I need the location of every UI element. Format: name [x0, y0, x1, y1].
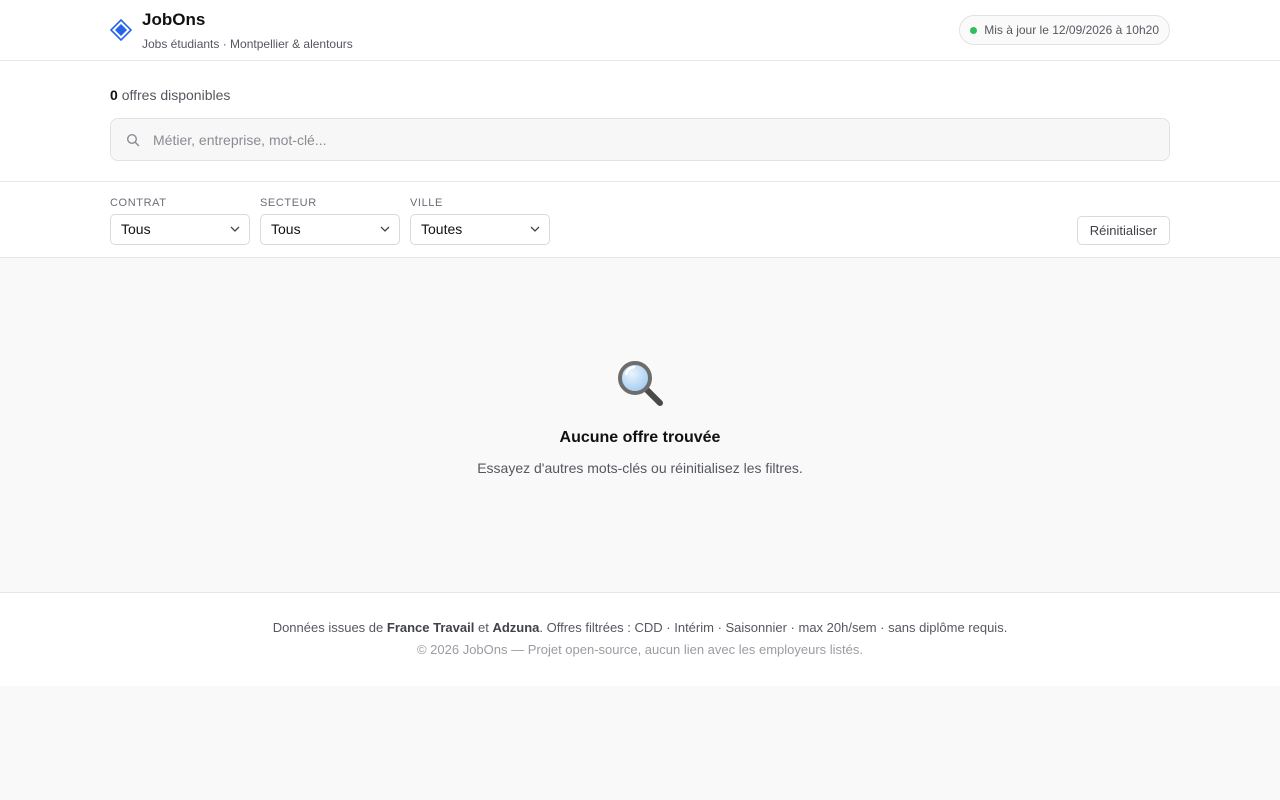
reset-button[interactable]: Réinitialiser: [1076, 216, 1170, 245]
filter-sector-label: Secteur: [260, 197, 317, 209]
empty-state-text: Essayez d'autres mots-clés ou réinitiali…: [477, 460, 803, 476]
offer-count-label: offres disponibles: [121, 87, 231, 103]
chevron-down-icon: [380, 226, 390, 232]
empty-state: Aucune offre trouvée Essayez d'autres mo…: [0, 258, 1280, 592]
footer-copyright: © 2026 JobOns — Projet open-source, aucu…: [416, 642, 864, 657]
filters-bar: Contrat Tous Secteur Tous Ville Toutes: [0, 182, 1280, 258]
filter-contract: Contrat Tous: [110, 196, 250, 245]
contract-select-value: Tous: [121, 221, 151, 237]
search-section: 0 offres disponibles: [0, 61, 1280, 182]
app-title[interactable]: JobOns: [142, 10, 205, 30]
footer-prefix: Données issues de: [272, 620, 384, 635]
footer-sources: Données issues de France Travail et Adzu…: [0, 620, 1280, 635]
offer-count-number: 0: [110, 87, 118, 103]
contract-select[interactable]: Tous: [110, 214, 250, 245]
app-tagline: Jobs étudiants · Montpellier & alentours: [142, 37, 353, 51]
app-header: JobOns Jobs étudiants · Montpellier & al…: [0, 0, 1280, 61]
search-icon: [126, 133, 140, 147]
empty-state-title: Aucune offre trouvée: [559, 429, 721, 446]
filter-city-label: Ville: [410, 197, 443, 209]
footer-source-adzuna[interactable]: Adzuna: [492, 620, 539, 635]
diamond-logo-icon: [110, 19, 132, 41]
sector-select-value: Tous: [271, 221, 301, 237]
footer-source-france-travail[interactable]: France Travail: [387, 620, 474, 635]
filter-sector: Secteur Tous: [260, 196, 400, 245]
footer-conjunction: et: [477, 620, 489, 635]
footer-filter-info: . Offres filtrées : CDD · Intérim · Sais…: [539, 620, 1008, 635]
search-input[interactable]: [153, 119, 1153, 160]
footer: Données issues de France Travail et Adzu…: [0, 592, 1280, 686]
magnifier-icon: [618, 361, 663, 406]
filter-contract-label: Contrat: [110, 197, 167, 209]
chevron-down-icon: [530, 226, 540, 232]
city-select-value: Toutes: [421, 221, 463, 237]
update-status-badge: Mis à jour le 12/09/2026 à 10h20: [959, 15, 1170, 45]
status-dot-icon: [970, 27, 978, 34]
update-status-text: Mis à jour le 12/09/2026 à 10h20: [984, 23, 1159, 37]
filter-city: Ville Toutes: [410, 196, 550, 245]
offer-count: 0 offres disponibles: [110, 87, 230, 103]
search-box[interactable]: [110, 118, 1170, 161]
sector-select[interactable]: Tous: [260, 214, 400, 245]
city-select[interactable]: Toutes: [410, 214, 550, 245]
chevron-down-icon: [230, 226, 240, 232]
